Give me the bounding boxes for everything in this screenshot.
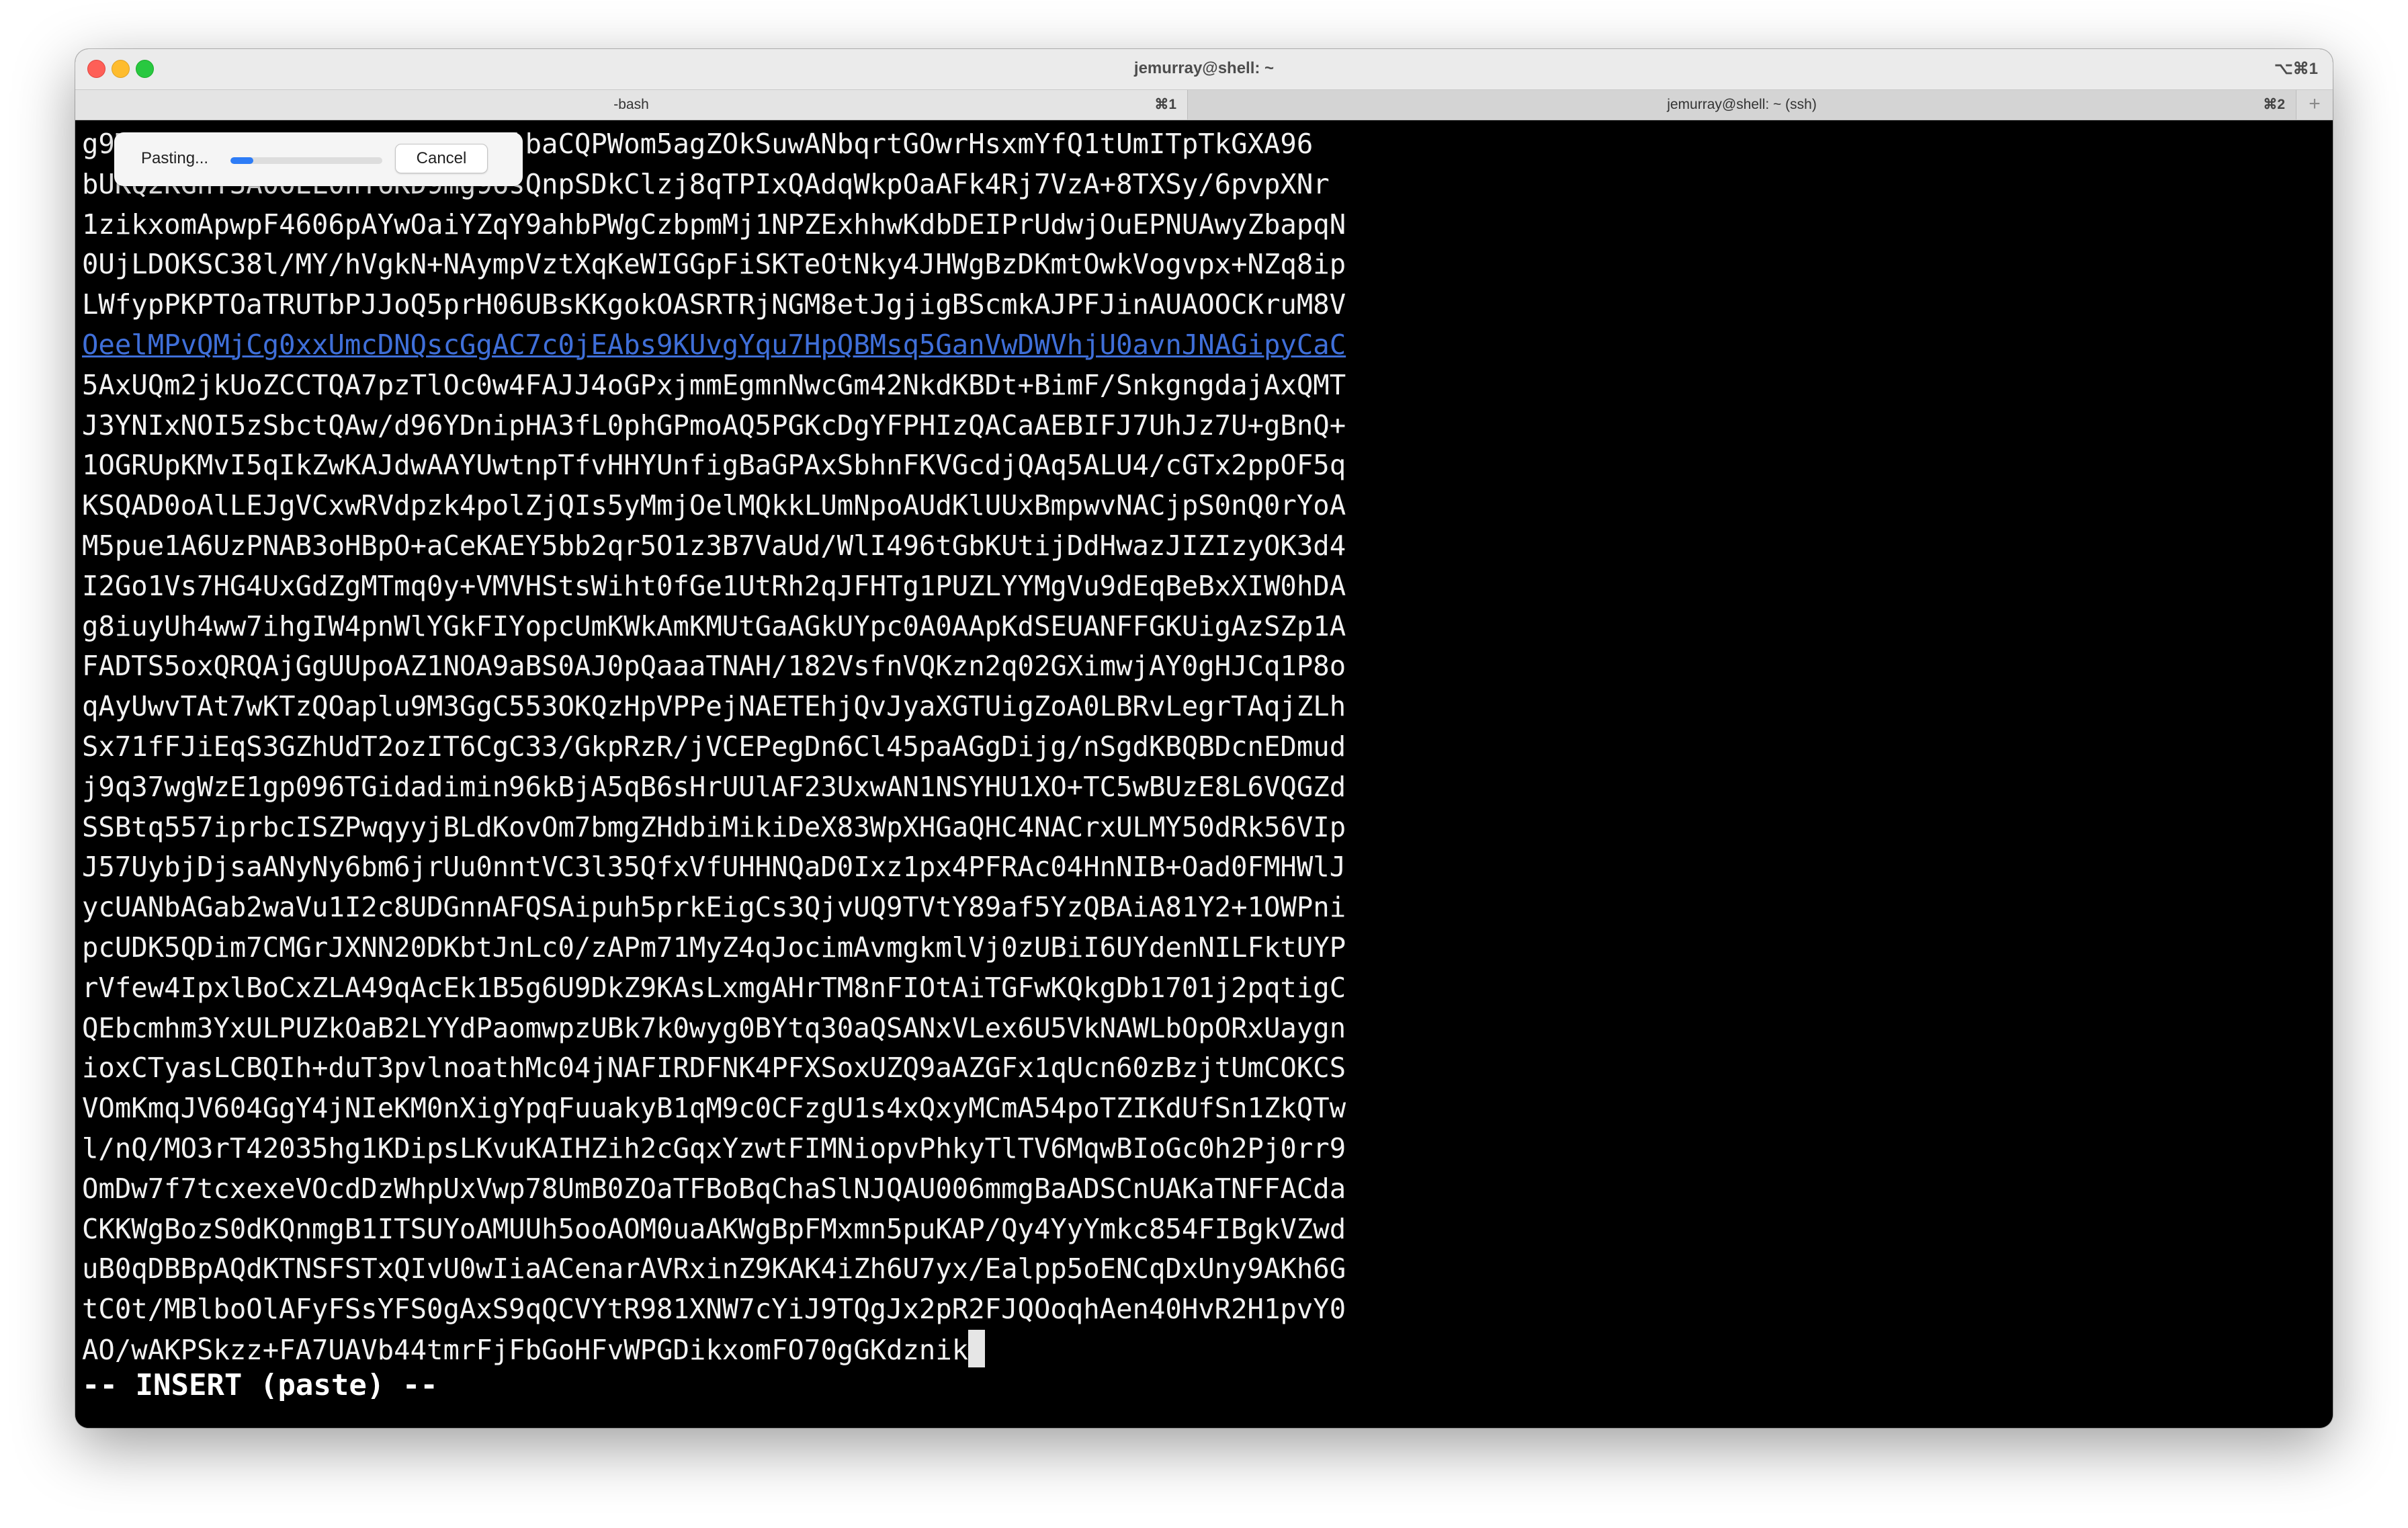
paste-progress-fill [230, 157, 253, 164]
terminal-line: ycUANbAGab2waVu1I2c8UDGnnAFQSAipuh5prkEi… [82, 888, 1346, 928]
terminal-line: rVfew4IpxlBoCxZLA49qAcEk1B5g6U9DkZ9KAsLx… [82, 968, 1346, 1009]
terminal-line-text: ioxCTyasLCBQIh+duT3pvlnoathMc04jNAFIRDFN… [82, 1052, 1346, 1085]
terminal-line: KSQAD0oAlLEJgVCxwRVdpzk4polZjQIs5yMmjOel… [82, 486, 1346, 526]
terminal-line: Sx71fFJiEqS3GZhUdT2ozIT6CgC33/GkpRzR/jVC… [82, 727, 1346, 767]
terminal-line-text: QEbcmhm3YxULPUZkOaB2LYYdPaomwpzUBk7k0wyg… [82, 1011, 1346, 1044]
terminal-line-text: OeelMPvQMjCg0xxUmcDNQscGgAC7c0jEAbs9KUvg… [82, 328, 1346, 361]
terminal-line: VOmKmqJV604GgY4jNIeKM0nXigYpqFuuakyB1qM9… [82, 1089, 1346, 1129]
tab-bash[interactable]: -bash ⌘1 [75, 90, 1188, 120]
paste-progress-dialog: Pasting... Cancel [114, 132, 523, 186]
terminal-line: tC0t/MBlboOlAFyFSsYFS0gAxS9qQCVYtR981XNW… [82, 1289, 1346, 1330]
terminal-line-text: 0UjLDOKSC38l/MY/hVgkN+NAympVztXqKeWIGGpF… [82, 248, 1346, 281]
terminal-line: pcUDK5QDim7CMGrJXNN20DKbtJnLc0/zAPm71MyZ… [82, 928, 1346, 968]
terminal-output: g9MkLeHZDOBuOGRsJ2u3cHGc9KlbaCQPWom5agZO… [82, 124, 1346, 1370]
terminal-line: J3YNIxNOI5zSbctQAw/d96YDnipHA3fL0phGPmoA… [82, 406, 1346, 446]
terminal-line: CKKWgBozS0dKQnmgB1ITSUYoAMUUh5ooAOM0uaAK… [82, 1209, 1346, 1250]
terminal-line: 5AxUQm2jkUoZCCTQA7pzTlOc0w4FAJJ4oGPxjmmE… [82, 366, 1346, 406]
window-title: jemurray@shell: ~ [1133, 59, 1275, 77]
terminal-line: 0UjLDOKSC38l/MY/hVgkN+NAympVztXqKeWIGGpF… [82, 245, 1346, 285]
terminal-line: j9q37wgWzE1gp096TGidadimin96kBjA5qB6sHrU… [82, 767, 1346, 808]
paste-status-label: Pasting... [141, 149, 209, 167]
terminal-line-text: tC0t/MBlboOlAFyFSsYFS0gAxS9qQCVYtR981XNW… [82, 1293, 1346, 1326]
terminal-line: M5pue1A6UzPNAB3oHBpO+aCeKAEY5bb2qr5O1z3B… [82, 526, 1346, 566]
terminal-line: AO/wAKPSkzz+FA7UAVb44tmrFjFbGoHFvWPGDikx… [82, 1329, 1346, 1370]
tab-label: -bash [613, 97, 649, 112]
tab-bar: -bash ⌘1 jemurray@shell: ~ (ssh) ⌘2 + [75, 89, 2333, 120]
terminal-line-text: g8iuyUh4ww7ihgIW4pnWlYGkFIYopcUmKWkAmKMU… [82, 609, 1346, 642]
terminal-line-text: uB0qDBBpAQdKTNSFSTxQIvU0wIiaACenarAVRxin… [82, 1253, 1346, 1285]
terminal-line-text: LWfypPKPTOaTRUTbPJJoQ5prH06UBsKKgokOASRT… [82, 288, 1346, 321]
terminal-line: LWfypPKPTOaTRUTbPJJoQ5prH06UBsKKgokOASRT… [82, 285, 1346, 325]
terminal-line: g8iuyUh4ww7ihgIW4pnWlYGkFIYopcUmKWkAmKMU… [82, 607, 1346, 647]
new-tab-icon[interactable]: + [2296, 90, 2333, 120]
terminal-line: 1OGRUpKMvI5qIkZwKAJdwAAYUwtnpTfvHHYUnfig… [82, 445, 1346, 486]
terminal-line: ioxCTyasLCBQIh+duT3pvlnoathMc04jNAFIRDFN… [82, 1048, 1346, 1089]
tab-ssh[interactable]: jemurray@shell: ~ (ssh) ⌘2 [1188, 90, 2296, 120]
terminal-line-text: VOmKmqJV604GgY4jNIeKM0nXigYpqFuuakyB1qM9… [82, 1092, 1346, 1125]
vim-status-line: -- INSERT (paste) -- [82, 1368, 438, 1402]
tab-label: jemurray@shell: ~ (ssh) [1667, 97, 1817, 112]
terminal-line-text: j9q37wgWzE1gp096TGidadimin96kBjA5qB6sHrU… [82, 770, 1346, 803]
terminal-line: qAyUwvTAt7wKTzQOaplu9M3GgC553OKQzHpVPPej… [82, 687, 1346, 727]
window-shortcut: ⌥⌘1 [2274, 60, 2318, 78]
tab-shortcut: ⌘1 [1154, 97, 1176, 112]
terminal-line-text: M5pue1A6UzPNAB3oHBpO+aCeKAEY5bb2qr5O1z3B… [82, 529, 1346, 562]
terminal-line-text: SSBtq557iprbcISZPwqyyjBLdKovOm7bmgZHdbiM… [82, 810, 1346, 843]
terminal-line-text: AO/wAKPSkzz+FA7UAVb44tmrFjFbGoHFvWPGDikx… [82, 1333, 969, 1366]
terminal-line-text: l/nQ/MO3rT42035hg1KDipsLKvuKAIHZih2cGqxY… [82, 1132, 1346, 1164]
text-cursor [968, 1329, 986, 1367]
cancel-paste-button[interactable]: Cancel [395, 144, 488, 173]
terminal-line-text: J3YNIxNOI5zSbctQAw/d96YDnipHA3fL0phGPmoA… [82, 409, 1346, 441]
terminal-line: OmDw7f7tcxexeVOcdDzWhpUxVwp78UmB0ZOaTFBo… [82, 1169, 1346, 1209]
terminal-line: 1zikxomApwpF4606pAYwOaiYZqY9ahbPWgCzbpmM… [82, 205, 1346, 245]
terminal-link-line[interactable]: OeelMPvQMjCg0xxUmcDNQscGgAC7c0jEAbs9KUvg… [82, 325, 1346, 366]
title-bar[interactable]: jemurray@shell: ~ ⌥⌘1 [75, 49, 2333, 89]
terminal-line: FADTS5oxQRQAjGgUUpoAZ1NOA9aBS0AJ0pQaaaTN… [82, 646, 1346, 687]
terminal-line: uB0qDBBpAQdKTNSFSTxQIvU0wIiaACenarAVRxin… [82, 1249, 1346, 1289]
terminal-line-text: Sx71fFJiEqS3GZhUdT2ozIT6CgC33/GkpRzR/jVC… [82, 730, 1346, 763]
tab-shortcut: ⌘2 [2263, 97, 2285, 112]
terminal-line-text: 1OGRUpKMvI5qIkZwKAJdwAAYUwtnpTfvHHYUnfig… [82, 449, 1346, 482]
terminal-line-text: ycUANbAGab2waVu1I2c8UDGnnAFQSAipuh5prkEi… [82, 891, 1346, 924]
terminal-line-text: OmDw7f7tcxexeVOcdDzWhpUxVwp78UmB0ZOaTFBo… [82, 1172, 1346, 1205]
terminal-line-text: qAyUwvTAt7wKTzQOaplu9M3GgC553OKQzHpVPPej… [82, 690, 1346, 723]
terminal-line: QEbcmhm3YxULPUZkOaB2LYYdPaomwpzUBk7k0wyg… [82, 1009, 1346, 1049]
terminal-line-text: I2Go1Vs7HG4UxGdZgMTmq0y+VMVHStsWiht0fGe1… [82, 569, 1346, 602]
terminal-line-text: 5AxUQm2jkUoZCCTQA7pzTlOc0w4FAJJ4oGPxjmmE… [82, 368, 1346, 401]
terminal-line-text: KSQAD0oAlLEJgVCxwRVdpzk4polZjQIs5yMmjOel… [82, 489, 1346, 522]
terminal-content[interactable]: g9MkLeHZDOBuOGRsJ2u3cHGc9KlbaCQPWom5agZO… [75, 120, 2333, 1428]
terminal-line-text: rVfew4IpxlBoCxZLA49qAcEk1B5g6U9DkZ9KAsLx… [82, 971, 1346, 1004]
terminal-line-text: 1zikxomApwpF4606pAYwOaiYZqY9ahbPWgCzbpmM… [82, 208, 1346, 241]
terminal-line: J57UybjDjsaANyNy6bm6jrUu0nntVC3l35QfxVfU… [82, 847, 1346, 888]
terminal-line: l/nQ/MO3rT42035hg1KDipsLKvuKAIHZih2cGqxY… [82, 1129, 1346, 1169]
terminal-line: I2Go1Vs7HG4UxGdZgMTmq0y+VMVHStsWiht0fGe1… [82, 566, 1346, 607]
terminal-line-text: CKKWgBozS0dKQnmgB1ITSUYoAMUUh5ooAOM0uaAK… [82, 1212, 1346, 1245]
terminal-line: SSBtq557iprbcISZPwqyyjBLdKovOm7bmgZHdbiM… [82, 808, 1346, 848]
terminal-line-text: J57UybjDjsaANyNy6bm6jrUu0nntVC3l35QfxVfU… [82, 851, 1346, 884]
terminal-line-text: FADTS5oxQRQAjGgUUpoAZ1NOA9aBS0AJ0pQaaaTN… [82, 650, 1346, 683]
terminal-window: jemurray@shell: ~ ⌥⌘1 -bash ⌘1 jemurray@… [75, 49, 2333, 1428]
paste-progress-bar [230, 157, 382, 164]
terminal-line-text: pcUDK5QDim7CMGrJXNN20DKbtJnLc0/zAPm71MyZ… [82, 931, 1346, 964]
